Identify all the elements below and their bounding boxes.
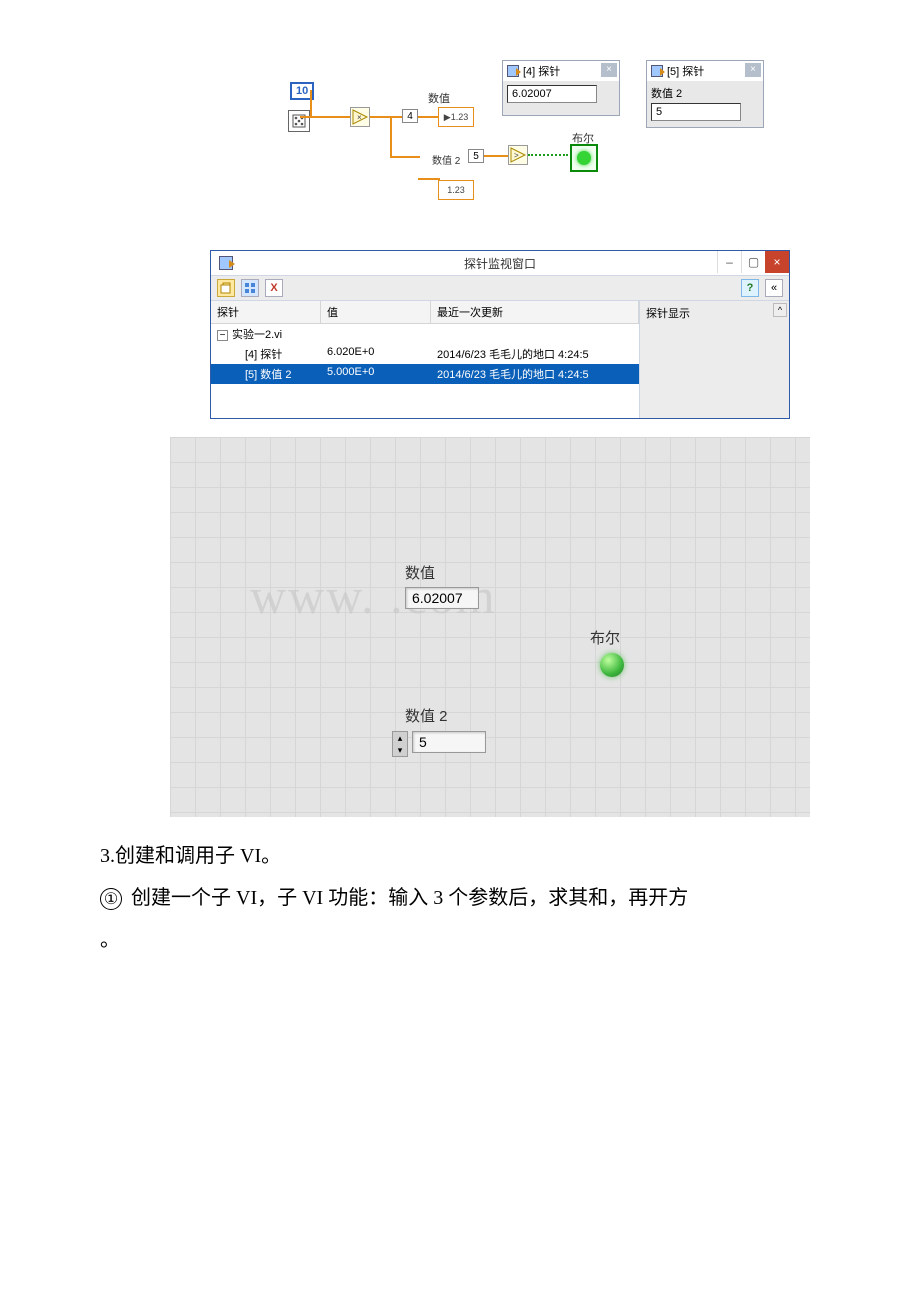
svg-text:×: × [357,113,362,122]
new-probe-icon[interactable] [217,279,235,297]
watch-title-text: 探针监视窗口 [464,255,536,272]
compare-node: > [508,145,528,165]
vi-name-row[interactable]: −实验一2.vi [211,324,639,344]
row2-updated: 2014/6/23 毛毛儿的地口 4:24:5 [431,364,639,384]
front-panel: www. .com 数值 6.02007 布尔 数值 2 ▴▾ 5 [170,437,810,817]
wire [484,155,508,157]
row1-probe: [4] 探针 [211,344,321,364]
probe4-close-button[interactable]: × [601,63,617,77]
delete-probe-icon[interactable]: X [265,279,283,297]
probe4-title-text: [4] 探针 [523,63,560,79]
window-minimize-button[interactable]: – [717,251,741,273]
probe5-window[interactable]: [5] 探针 × 数值 2 5 [646,60,764,128]
probe-display-label: 探针显示 [646,308,690,320]
header-updated: 最近一次更新 [431,301,639,323]
value-label: 数值 [428,90,450,106]
select-all-icon[interactable] [241,279,259,297]
fp-bool-label: 布尔 [590,627,620,648]
probe5-field-label: 数值 2 [651,85,759,101]
scroll-up-button[interactable]: ^ [773,303,787,317]
tree-collapse-toggle[interactable]: − [217,330,228,341]
wire [418,116,438,118]
wire [390,156,420,158]
watch-toolbar: X ? « [211,275,789,301]
header-value: 值 [321,301,431,323]
fp-value2-spinner[interactable]: ▴▾ [392,731,408,757]
watch-header-row: 探针 值 最近一次更新 [211,301,639,324]
fp-value2-control[interactable]: 5 [412,731,486,753]
probe5-close-button[interactable]: × [745,63,761,77]
vi-name-text: 实验一2.vi [232,329,282,341]
probe5-value-field[interactable]: 5 [651,103,741,121]
fp-value-display[interactable]: 6.02007 [405,587,479,609]
wire [418,178,440,180]
wire [300,116,350,118]
probe4-titlebar[interactable]: [4] 探针 × [503,61,619,81]
value2-label: 数值 2 [432,152,460,167]
probe4-window[interactable]: [4] 探针 × 6.02007 [502,60,620,116]
svg-text:>: > [514,151,519,160]
circled-1: ① [100,888,122,910]
row1-value: 6.020E+0 [321,344,431,364]
probe5-title-text: [5] 探针 [667,63,704,79]
fp-bool-led[interactable] [600,653,624,677]
random-dice-icon [288,110,310,132]
probe4-value-field[interactable]: 6.02007 [507,85,597,103]
row2-value: 5.000E+0 [321,364,431,384]
watch-right-panel: ^ 探针显示 [639,301,789,418]
bool-led [570,144,598,172]
fp-value-label: 数值 [405,562,435,583]
text-line-period: 。 [100,921,820,959]
labview-run-icon [651,65,663,77]
probe-row-5[interactable]: [5] 数值 2 5.000E+0 2014/6/23 毛毛儿的地口 4:24:… [211,364,639,384]
header-probe: 探针 [211,301,321,323]
window-maximize-button[interactable]: ▢ [741,251,765,273]
row1-updated: 2014/6/23 毛毛儿的地口 4:24:5 [431,344,639,364]
multiply-node: × [350,107,370,127]
help-icon[interactable]: ? [741,279,759,297]
row2-probe: [5] 数值 2 [211,364,321,384]
wire [310,90,312,116]
document-body-text: 3.创建和调用子 VI。 ① 创建一个子 VI，子 VI 功能：输入 3 个参数… [100,837,820,959]
probe-watch-window[interactable]: 探针监视窗口 – ▢ × X ? « 探针 值 最 [210,250,790,419]
window-close-button[interactable]: × [765,251,789,273]
probe4-badge: 4 [402,109,418,123]
value-indicator: ▶1.23 [438,107,474,127]
labview-app-icon [219,256,233,270]
block-diagram-area: 10 × 4 数值 ▶1.23 5 数值 2 1.23 > 布尔 [280,60,820,240]
wire [390,116,392,156]
probe-row-4[interactable]: [4] 探针 6.020E+0 2014/6/23 毛毛儿的地口 4:24:5 [211,344,639,364]
bool-wire [528,154,568,156]
labview-run-icon [507,65,519,77]
probe5-titlebar[interactable]: [5] 探针 × [647,61,763,81]
watch-titlebar[interactable]: 探针监视窗口 – ▢ × [211,251,789,275]
fp-value2-label: 数值 2 [405,705,448,726]
probe5-badge: 5 [468,149,484,163]
value2-indicator: 1.23 [438,180,474,200]
collapse-icon[interactable]: « [765,279,783,297]
text-line-3: 3.创建和调用子 VI。 [100,837,820,875]
text-line-subvi: ① 创建一个子 VI，子 VI 功能：输入 3 个参数后，求其和，再开方 [100,879,820,917]
